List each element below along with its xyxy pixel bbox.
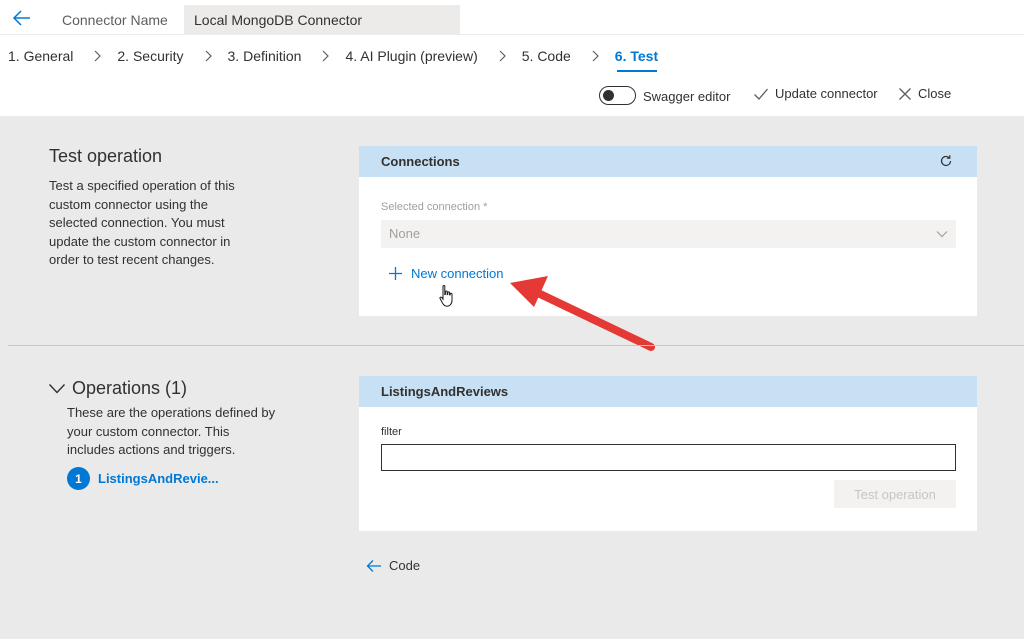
top-bar: Connector Name 1. General 2. Security 3.… (0, 0, 1024, 116)
swagger-editor-label: Swagger editor (643, 89, 731, 104)
refresh-icon[interactable] (939, 154, 953, 168)
chevron-right-icon (205, 50, 212, 62)
close-label: Close (918, 86, 952, 101)
plus-icon (389, 267, 402, 280)
close-icon (899, 87, 911, 100)
active-step-underline (617, 70, 657, 72)
selected-connection-label: Selected connection * (381, 201, 488, 213)
new-connection-button[interactable]: New connection (388, 266, 504, 281)
chevron-down-icon (936, 231, 948, 238)
chevron-right-icon (592, 50, 599, 62)
operations-toggle[interactable]: Operations (1) (48, 378, 187, 399)
connections-card-header: Connections (359, 146, 977, 177)
operation-item[interactable]: 1 ListingsAndRevie... (67, 467, 219, 490)
checkmark-icon (754, 88, 768, 100)
test-operation-title: Test operation (49, 146, 163, 166)
back-to-code-label: Code (389, 558, 421, 573)
swagger-editor-toggle[interactable] (599, 86, 636, 105)
connections-card-title: Connections (381, 154, 460, 169)
test-operation-description: Test a specified operation of this custo… (49, 178, 235, 267)
operations-description: These are the operations defined by your… (67, 405, 276, 457)
operations-title: Operations (1) (72, 378, 188, 398)
chevron-right-icon (323, 50, 330, 62)
step-ai-plugin[interactable]: 4. AI Plugin (preview) (345, 48, 477, 64)
step-test[interactable]: 6. Test (615, 48, 658, 64)
step-definition[interactable]: 3. Definition (228, 48, 302, 64)
section-divider (8, 345, 1024, 346)
hand-cursor-icon (439, 284, 453, 307)
new-connection-label: New connection (411, 266, 504, 281)
update-connector-button[interactable]: Update connector (753, 86, 878, 101)
connector-name-input[interactable] (184, 5, 460, 34)
step-security[interactable]: 2. Security (117, 48, 183, 64)
back-to-code-button[interactable]: Code (366, 558, 420, 573)
filter-label: filter (381, 426, 402, 438)
operation-card-header: ListingsAndReviews (359, 376, 977, 407)
operation-label: ListingsAndRevie... (98, 471, 219, 486)
operation-number-badge: 1 (67, 467, 90, 490)
step-code[interactable]: 5. Code (522, 48, 571, 64)
connector-name-label: Connector Name (62, 12, 168, 28)
step-general[interactable]: 1. General (8, 48, 73, 64)
update-connector-label: Update connector (775, 86, 878, 101)
test-operation-button[interactable]: Test operation (834, 480, 956, 508)
wizard-steps: 1. General 2. Security 3. Definition 4. … (0, 46, 658, 66)
close-button[interactable]: Close (898, 86, 951, 101)
selected-connection-dropdown[interactable]: None (381, 220, 956, 248)
header-divider (0, 34, 1024, 35)
toggle-knob (603, 89, 614, 101)
arrow-left-icon (366, 559, 381, 572)
chevron-right-icon (499, 50, 506, 62)
filter-input[interactable] (381, 444, 956, 471)
chevron-right-icon (94, 50, 102, 62)
back-arrow-icon[interactable] (10, 6, 34, 30)
selected-connection-value: None (389, 226, 421, 241)
operation-card-title: ListingsAndReviews (381, 384, 509, 399)
chevron-down-icon (48, 383, 66, 394)
